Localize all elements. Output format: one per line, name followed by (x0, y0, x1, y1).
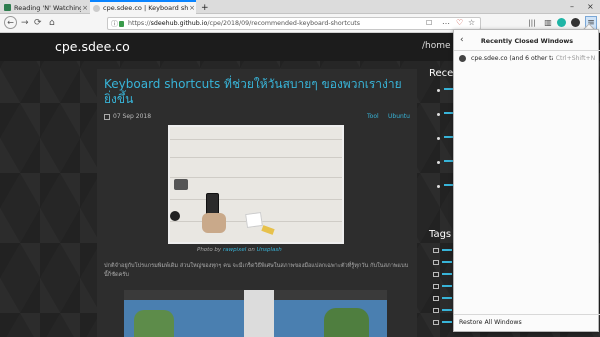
recently-closed-windows-panel: ‹ Recently Closed Windows cpe.sdee.co (a… (453, 29, 600, 332)
tag-link[interactable] (442, 273, 452, 275)
photo-caption: Photo by rawpixel on Unsplash (197, 247, 282, 253)
bookmark-star-icon[interactable]: ☆ (468, 18, 475, 27)
site-favicon-icon (4, 4, 11, 11)
tab-title: cpe.sdee.co | Keyboard shor (103, 4, 188, 12)
keyboard-shortcut: Ctrl+Shift+N (555, 54, 596, 62)
plank-line (170, 199, 342, 200)
tag-icon (433, 272, 439, 277)
plant-shape (134, 310, 174, 337)
reader-view-icon[interactable]: ☐ (426, 19, 432, 27)
calendar-icon (104, 113, 110, 120)
minimize-button[interactable]: – (570, 2, 574, 11)
camera-illustration (174, 179, 188, 190)
caption-prefix: Photo by (197, 247, 222, 253)
tag-link[interactable] (442, 321, 452, 323)
card-illustration (261, 225, 275, 235)
cup-illustration (170, 211, 180, 221)
reload-button[interactable]: ⟳ (34, 17, 42, 30)
bullet (437, 113, 440, 116)
site-title[interactable]: cpe.sdee.co (55, 39, 130, 54)
second-photo (124, 290, 387, 337)
url-path: /cpe/2018/09/recommended-keyboard-shortc… (207, 20, 361, 27)
url-text: https://sdeehub.github.io/cpe/2018/09/re… (128, 19, 360, 29)
plank-line (170, 177, 342, 178)
tags-heading: Tags (429, 229, 452, 240)
library-icon[interactable]: ||| (527, 18, 537, 28)
bullet (437, 161, 440, 164)
restore-all-windows-button[interactable]: Restore All Windows (459, 319, 522, 326)
plank-line (170, 157, 342, 158)
new-tab-button[interactable]: + (198, 1, 210, 14)
plant-shape (324, 308, 369, 337)
caption-site-link[interactable]: Unsplash (257, 247, 282, 253)
post-tag-tool[interactable]: Tool (367, 113, 379, 120)
nav-home-link[interactable]: /home (422, 41, 451, 51)
post-date-text: 07 Sep 2018 (113, 113, 152, 120)
lock-icon (119, 21, 124, 27)
tag-link[interactable] (442, 309, 452, 311)
url-host: sdeehub.github.io (150, 20, 208, 27)
extension-icon[interactable] (557, 18, 566, 27)
post-date: 07 Sep 2018 (104, 113, 151, 120)
tab-title: Reading 'N' Watching | S (14, 3, 81, 12)
post-tag-ubuntu[interactable]: Ubuntu (388, 113, 410, 120)
account-icon[interactable] (571, 18, 580, 27)
caption-author-link[interactable]: rawpixel (223, 247, 246, 253)
page-actions-icon[interactable]: … (442, 17, 450, 26)
tag-icon (433, 260, 439, 265)
tab-close-icon[interactable]: × (81, 4, 89, 12)
tag-icon (433, 248, 439, 253)
recent-heading: Rece (429, 68, 454, 79)
back-button[interactable]: ← (4, 16, 17, 29)
bullet (437, 185, 440, 188)
bullet (437, 89, 440, 92)
info-icon[interactable]: ⓘ (111, 19, 118, 29)
url-bar[interactable]: ⓘ https://sdeehub.github.io/cpe/2018/09/… (107, 17, 481, 30)
panel-title: Recently Closed Windows (480, 37, 574, 45)
closed-window-item[interactable]: cpe.sdee.co (and 6 other ta... Ctrl+Shif… (454, 52, 600, 64)
post-photo (168, 125, 344, 244)
window-close-button[interactable]: × (587, 2, 594, 11)
hands-illustration (202, 213, 226, 233)
column-shape (244, 290, 274, 337)
caption-mid: on (248, 247, 255, 253)
tab-strip: Reading 'N' Watching | S × cpe.sdee.co |… (0, 0, 600, 14)
plus-icon: + (201, 2, 209, 13)
site-favicon-icon (93, 4, 100, 12)
tab-cpe-keyboard[interactable]: cpe.sdee.co | Keyboard shor × (90, 0, 196, 14)
tag-link[interactable] (442, 249, 452, 251)
post-title[interactable]: Keyboard shortcuts ที่ช่วยให้วันสบายๆ ขอ… (104, 77, 409, 107)
post-body: ปกติจำอยู่กับโปรแกรมพิมพ์เดิม ส่วนใหญ่ขอ… (104, 263, 409, 278)
url-scheme: https:// (128, 20, 151, 27)
pocket-icon[interactable]: ♡ (456, 18, 463, 27)
photo-print-illustration (245, 211, 263, 229)
tag-icon (433, 320, 439, 325)
home-button[interactable]: ⌂ (49, 17, 55, 30)
tab-close-icon[interactable]: × (188, 4, 196, 12)
divider (454, 314, 600, 315)
tag-icon (433, 296, 439, 301)
site-favicon-icon (459, 54, 466, 62)
tag-icon (433, 308, 439, 313)
forward-button[interactable]: → (21, 17, 29, 30)
tag-link[interactable] (442, 285, 452, 287)
bullet (437, 137, 440, 140)
post-content: Keyboard shortcuts ที่ช่วยให้วันสบายๆ ขอ… (97, 69, 417, 337)
closed-window-title: cpe.sdee.co (and 6 other ta... (471, 54, 553, 62)
tag-link[interactable] (442, 261, 452, 263)
sidebar-icon[interactable]: ▥ (543, 18, 553, 28)
tab-reading-watching[interactable]: Reading 'N' Watching | S × (1, 1, 89, 14)
tag-link[interactable] (442, 297, 452, 299)
divider (454, 50, 600, 51)
tag-icon (433, 284, 439, 289)
plank-line (170, 139, 342, 140)
